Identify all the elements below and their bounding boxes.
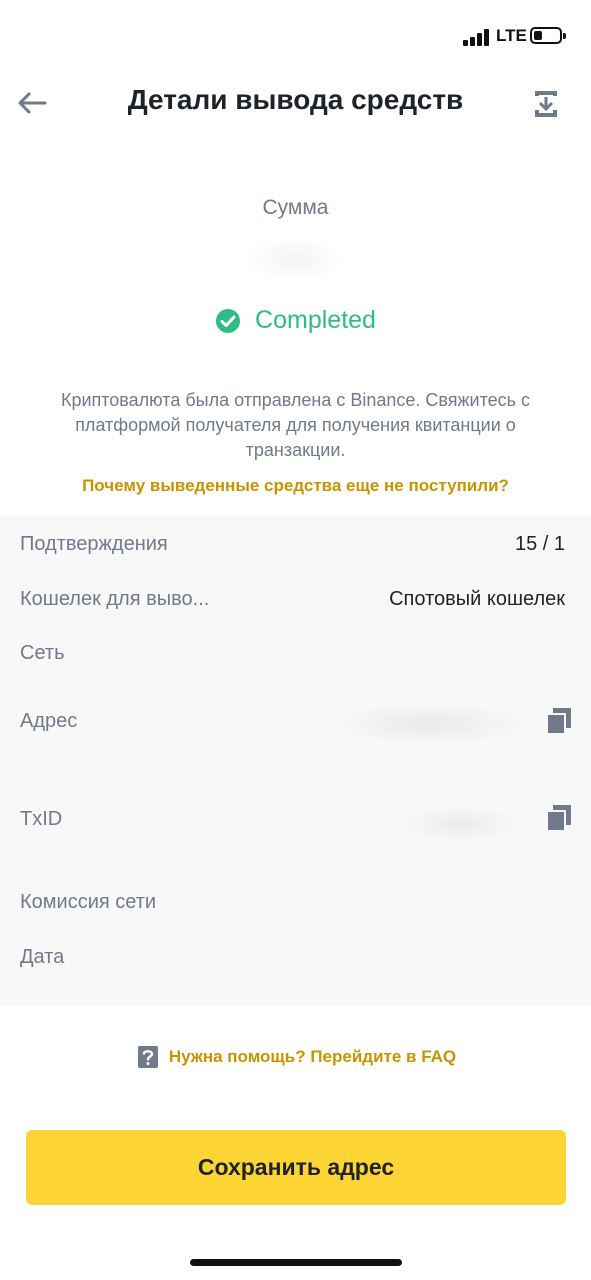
amount-value-redacted bbox=[245, 236, 345, 282]
address-value-redacted bbox=[330, 702, 530, 746]
signal-icon bbox=[463, 28, 491, 46]
copy-address-icon[interactable] bbox=[545, 706, 573, 736]
status-text: Completed bbox=[255, 306, 376, 334]
wallet-value: Спотовый кошелек bbox=[389, 588, 565, 610]
notice-text: Криптовалюта была отправлена с Binance. … bbox=[60, 390, 531, 460]
download-button[interactable] bbox=[528, 86, 564, 122]
address-label: Адрес bbox=[20, 710, 78, 732]
status-bar: LTE bbox=[0, 0, 591, 70]
confirmations-label: Подтверждения bbox=[20, 533, 168, 555]
txid-label: TxID bbox=[20, 808, 63, 830]
question-icon bbox=[137, 1046, 158, 1068]
save-address-button[interactable]: Сохранить адрес bbox=[26, 1130, 566, 1205]
amount-label: Сумма bbox=[262, 196, 329, 219]
faq-link[interactable]: Нужна помощь? Перейдите в FAQ bbox=[0, 1044, 591, 1070]
home-indicator bbox=[190, 1259, 402, 1266]
battery-icon bbox=[530, 27, 566, 44]
check-circle-icon bbox=[216, 308, 241, 333]
header: Детали вывода средств bbox=[0, 70, 591, 136]
page-title: Детали вывода средств bbox=[127, 84, 464, 115]
status-row: Completed bbox=[0, 306, 591, 335]
txid-value-redacted bbox=[400, 806, 520, 842]
download-icon bbox=[535, 91, 557, 117]
fee-label: Комиссия сети bbox=[20, 891, 157, 913]
confirmations-value: 15 / 1 bbox=[514, 533, 565, 555]
date-label: Дата bbox=[20, 946, 65, 968]
why-not-received-link[interactable]: Почему выведенные средства еще не поступ… bbox=[0, 476, 591, 496]
details-panel: Подтверждения 15 / 1 Кошелек для выво...… bbox=[0, 516, 591, 1006]
faq-text: Нужна помощь? Перейдите в FAQ bbox=[168, 1047, 457, 1066]
copy-txid-icon[interactable] bbox=[545, 803, 573, 833]
network-label: Сеть bbox=[20, 642, 65, 664]
wallet-label: Кошелек для выво... bbox=[20, 588, 210, 610]
network-type: LTE bbox=[496, 26, 527, 45]
